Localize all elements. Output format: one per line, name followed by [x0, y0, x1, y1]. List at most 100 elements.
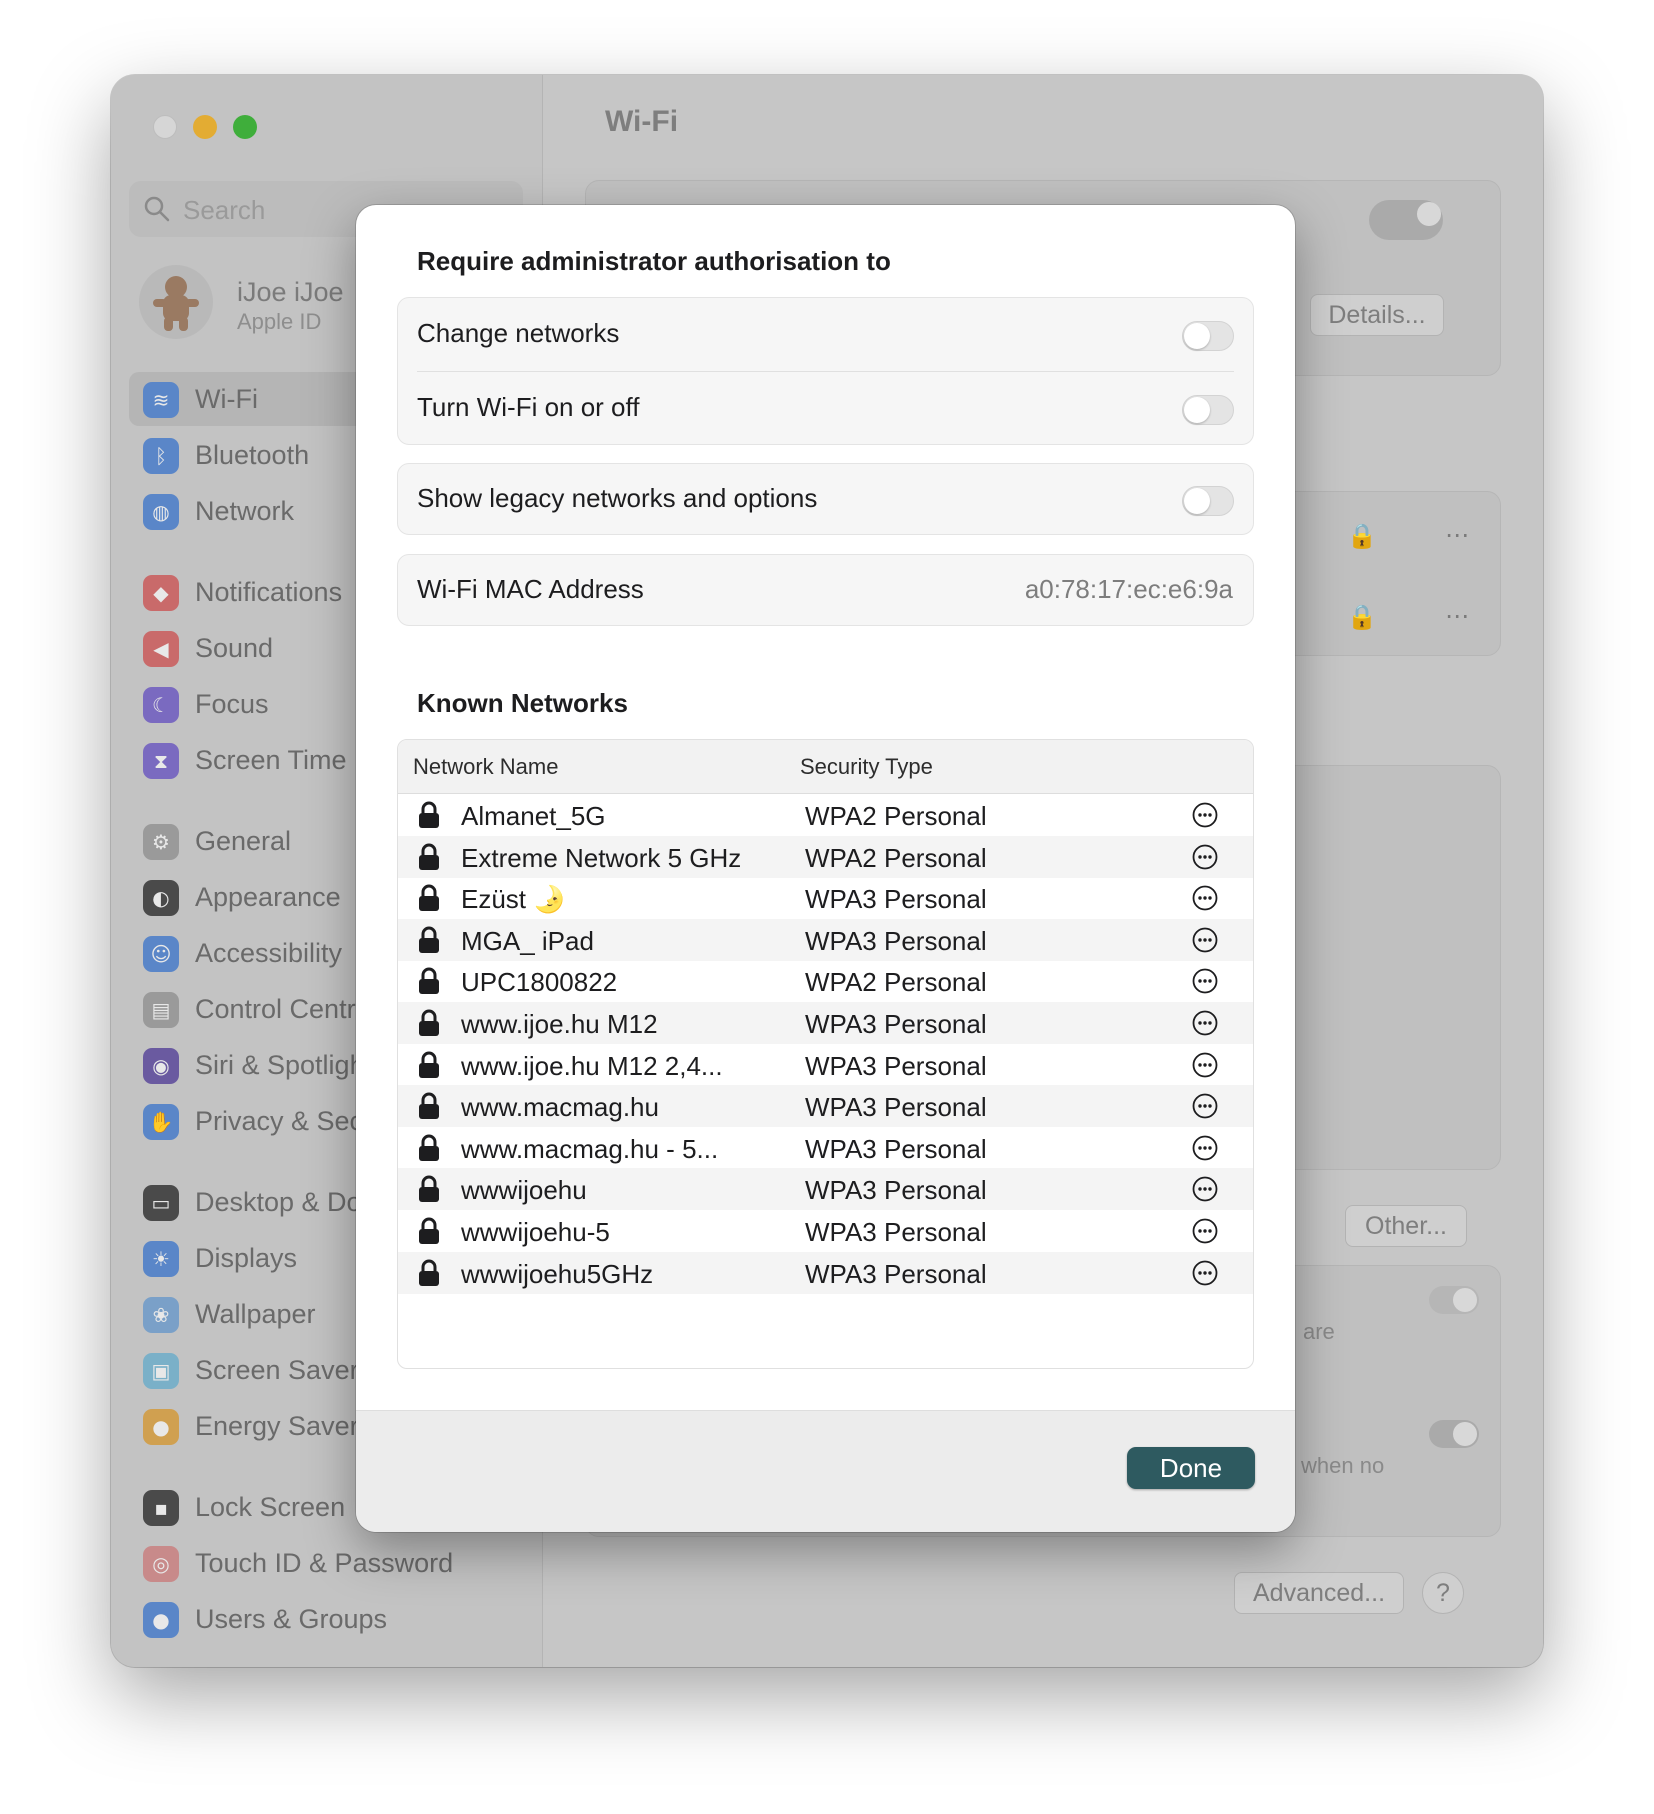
- change-networks-label: Change networks: [417, 318, 620, 348]
- ask-hotspot-toggle[interactable]: [1429, 1420, 1479, 1448]
- column-security-type[interactable]: Security Type: [800, 754, 933, 780]
- security-type: WPA2 Personal: [805, 801, 987, 831]
- security-type: WPA3 Personal: [805, 1009, 987, 1039]
- sidebar-item-label: Lock Screen: [195, 1492, 346, 1522]
- sidebar-item-label: Users & Groups: [195, 1604, 388, 1634]
- legacy-group: Show legacy networks and options: [397, 463, 1254, 535]
- more-options-icon[interactable]: [1192, 1052, 1218, 1078]
- turn-wifi-toggle[interactable]: [1182, 395, 1234, 425]
- admin-section-title: Require administrator authorisation to: [417, 246, 891, 276]
- more-options-icon[interactable]: [1192, 885, 1218, 911]
- search-icon: [144, 196, 170, 222]
- legacy-toggle[interactable]: [1182, 486, 1234, 516]
- sidebar-item-label: Wi-Fi: [195, 384, 258, 414]
- network-name: www.ijoe.hu M12 2,4...: [461, 1050, 723, 1081]
- network-name: Extreme Network 5 GHz: [461, 842, 742, 873]
- lock-icon: [418, 1175, 440, 1203]
- bulb-icon: ●: [143, 1409, 179, 1445]
- ask-join-toggle[interactable]: [1429, 1286, 1479, 1314]
- more-options-icon[interactable]: [1192, 1260, 1218, 1286]
- security-type: WPA3 Personal: [805, 1217, 987, 1247]
- more-options-icon[interactable]: [1192, 802, 1218, 828]
- users-icon: ●: [143, 1602, 179, 1638]
- network-name: Ezüst 🌛: [461, 884, 566, 915]
- more-options-icon[interactable]: [1192, 1135, 1218, 1161]
- security-type: WPA2 Personal: [805, 842, 987, 873]
- gingerbread-icon: [153, 276, 199, 331]
- table-row[interactable]: www.macmag.hu WPA3 Personal: [398, 1085, 1253, 1128]
- network-name: MGA_ iPad: [461, 925, 594, 956]
- more-icon[interactable]: ⋯: [1445, 521, 1469, 549]
- more-options-icon[interactable]: [1192, 1010, 1218, 1036]
- more-icon[interactable]: ⋯: [1445, 602, 1469, 630]
- fingerprint-icon: ◎: [143, 1546, 179, 1582]
- lock-screen-icon: ▪: [143, 1490, 179, 1526]
- speaker-icon: ◀: [143, 631, 179, 667]
- profile-subtitle: Apple ID: [237, 309, 322, 334]
- table-row[interactable]: Ezüst 🌛 WPA3 Personal: [398, 877, 1253, 919]
- option-text-fragment: are: [1303, 1319, 1335, 1344]
- sidebar-item-label: General: [195, 826, 292, 856]
- sidebar-item-label: Screen Saver: [195, 1355, 359, 1385]
- more-options-icon[interactable]: [1192, 1093, 1218, 1119]
- option-text-fragment-2: when no: [1301, 1453, 1385, 1478]
- sidebar-item-label: Control Centre: [195, 994, 371, 1024]
- sidebar-item-label: Focus: [195, 689, 269, 719]
- table-row[interactable]: www.ijoe.hu M12 WPA3 Personal: [398, 1002, 1253, 1044]
- table-row[interactable]: UPC1800822 WPA2 Personal: [398, 960, 1253, 1002]
- accessibility-icon: ☺: [143, 936, 179, 972]
- page-title: Wi-Fi: [605, 105, 679, 138]
- wifi-toggle[interactable]: [1369, 200, 1443, 240]
- table-row[interactable]: www.ijoe.hu M12 2,4... WPA3 Personal: [398, 1044, 1253, 1086]
- avatar: [139, 265, 213, 339]
- more-options-icon[interactable]: [1192, 844, 1218, 870]
- hand-icon: ✋: [143, 1104, 179, 1140]
- help-button[interactable]: ?: [1422, 1572, 1464, 1614]
- done-button[interactable]: Done: [1127, 1447, 1255, 1489]
- network-name: www.macmag.hu: [461, 1092, 659, 1123]
- more-options-icon[interactable]: [1192, 927, 1218, 953]
- sidebar-item-label: Displays: [195, 1243, 298, 1273]
- advanced-button[interactable]: Advanced...: [1234, 1572, 1404, 1614]
- security-type: WPA3 Personal: [805, 884, 987, 915]
- table-row[interactable]: MGA_ iPad WPA3 Personal: [398, 918, 1253, 961]
- table-row[interactable]: Extreme Network 5 GHz WPA2 Personal: [398, 835, 1253, 878]
- details-button[interactable]: Details...: [1310, 294, 1444, 336]
- turn-wifi-row: Turn Wi-Fi on or off: [398, 372, 1253, 446]
- lock-icon: [418, 1134, 440, 1162]
- sidebar-item-label: Siri & Spotlight: [195, 1050, 373, 1080]
- more-options-icon[interactable]: [1192, 968, 1218, 994]
- lock-icon: [418, 967, 440, 995]
- gear-icon: ⚙: [143, 824, 179, 860]
- column-network-name[interactable]: Network Name: [413, 754, 558, 780]
- profile-name: iJoe iJoe: [237, 277, 344, 307]
- admin-options-group: Change networks Turn Wi-Fi on or off: [397, 297, 1254, 445]
- wifi-details-sheet: Require administrator authorisation to C…: [356, 205, 1295, 1532]
- lock-icon: [418, 1051, 440, 1079]
- other-button[interactable]: Other...: [1345, 1205, 1467, 1247]
- lock-icon: [418, 1009, 440, 1037]
- minimize-window-button[interactable]: [193, 115, 217, 139]
- appearance-icon: ◐: [143, 880, 179, 916]
- zoom-window-button[interactable]: [233, 115, 257, 139]
- change-networks-row: Change networks: [398, 298, 1253, 372]
- hourglass-icon: ⧗: [143, 743, 179, 779]
- table-row[interactable]: wwwijoehu-5 WPA3 Personal: [398, 1210, 1253, 1252]
- change-networks-toggle[interactable]: [1182, 321, 1234, 351]
- wallpaper-icon: ❀: [143, 1297, 179, 1333]
- sidebar-item-label: Bluetooth: [195, 440, 310, 470]
- close-window-button[interactable]: [153, 115, 177, 139]
- control-centre-icon: ▤: [143, 992, 179, 1028]
- table-row[interactable]: www.macmag.hu - 5... WPA3 Personal: [398, 1127, 1253, 1169]
- security-type: WPA3 Personal: [805, 1258, 987, 1289]
- more-options-icon[interactable]: [1192, 1176, 1218, 1202]
- more-options-icon[interactable]: [1192, 1218, 1218, 1244]
- lock-icon: [418, 843, 440, 871]
- sidebar-item-touch-id-password[interactable]: ◎ Touch ID & Password: [129, 1536, 523, 1590]
- table-row[interactable]: Almanet_5G WPA2 Personal: [398, 794, 1253, 836]
- sidebar-item-users-groups[interactable]: ● Users & Groups: [129, 1592, 523, 1646]
- table-row[interactable]: wwwijoehu5GHz WPA3 Personal: [398, 1251, 1253, 1294]
- sheet-footer: Done: [356, 1410, 1295, 1532]
- table-row[interactable]: wwwijoehu WPA3 Personal: [398, 1168, 1253, 1211]
- sidebar-item-label: Touch ID & Password: [195, 1548, 454, 1578]
